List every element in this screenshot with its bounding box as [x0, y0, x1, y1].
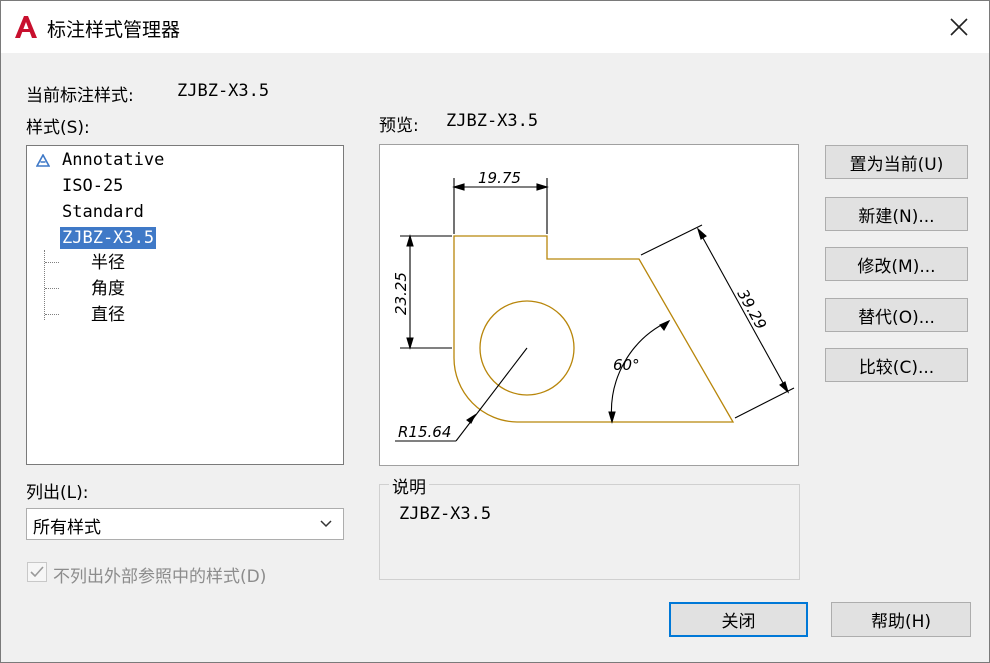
compare-style-button[interactable]: 比较(C)...	[825, 348, 968, 382]
close-window-button[interactable]	[945, 13, 973, 41]
preview-label: 预览:	[379, 116, 419, 136]
dimension-style-manager-dialog: 标注样式管理器 当前标注样式: ZJBZ-X3.5 样式(S): 预览: ZJB…	[0, 0, 990, 663]
dim-text-left: 23.25	[392, 272, 410, 315]
window-title: 标注样式管理器	[47, 19, 181, 41]
checkmark-icon	[30, 566, 44, 578]
style-item-annotative[interactable]: Annotative	[62, 149, 164, 171]
exclude-xref-label: 不列出外部参照中的样式(D)	[53, 567, 267, 587]
override-style-button[interactable]: 替代(O)...	[825, 298, 968, 332]
dim-text-top: 19.75	[478, 169, 521, 187]
current-style-value: ZJBZ-X3.5	[177, 81, 270, 101]
tree-branch	[45, 262, 59, 263]
style-item-iso-25[interactable]: ISO-25	[62, 175, 123, 197]
list-filter-value: 所有样式	[33, 518, 101, 538]
title-bar: 标注样式管理器	[1, 1, 989, 53]
preview-style-name: ZJBZ-X3.5	[446, 111, 539, 131]
new-style-button[interactable]: 新建(N)...	[825, 197, 968, 231]
styles-label: 样式(S):	[26, 118, 90, 138]
style-preview-pane: 19.75 23.25 39.29 60° R15.64	[379, 144, 799, 466]
set-current-button[interactable]: 置为当前(U)	[825, 145, 968, 179]
annotative-icon	[36, 154, 50, 167]
description-title: 说明	[389, 473, 429, 498]
close-button[interactable]: 关闭	[669, 602, 808, 637]
autocad-logo-icon	[15, 16, 37, 38]
chevron-down-icon	[320, 520, 332, 528]
dim-text-angle: 60°	[613, 356, 640, 374]
dim-text-slant: 39.29	[734, 286, 771, 332]
dimension-lines	[395, 178, 795, 442]
part-geometry	[453, 235, 735, 423]
close-icon	[950, 18, 968, 36]
description-text: ZJBZ-X3.5	[399, 504, 492, 524]
tree-branch	[45, 314, 59, 315]
current-style-label: 当前标注样式:	[26, 86, 134, 106]
styles-list[interactable]: Annotative ISO-25 Standard ZJBZ-X3.5 半径 …	[26, 145, 344, 465]
sub-style-radius[interactable]: 半径	[91, 252, 125, 274]
sub-style-angular[interactable]: 角度	[91, 278, 125, 300]
style-item-zjbz-x3-5[interactable]: ZJBZ-X3.5	[60, 227, 157, 249]
style-item-standard[interactable]: Standard	[62, 201, 144, 223]
dim-text-radius: R15.64	[398, 423, 451, 441]
preview-drawing: 19.75 23.25 39.29 60° R15.64	[392, 169, 795, 442]
exclude-xref-checkbox[interactable]	[27, 562, 47, 582]
tree-branch	[45, 288, 59, 289]
list-filter-label: 列出(L):	[26, 483, 89, 503]
modify-style-button[interactable]: 修改(M)...	[825, 247, 968, 281]
description-group	[379, 484, 800, 580]
tree-connector	[44, 250, 45, 320]
sub-style-diameter[interactable]: 直径	[91, 304, 125, 326]
list-filter-select[interactable]: 所有样式	[26, 508, 344, 540]
help-button[interactable]: 帮助(H)	[831, 602, 971, 637]
